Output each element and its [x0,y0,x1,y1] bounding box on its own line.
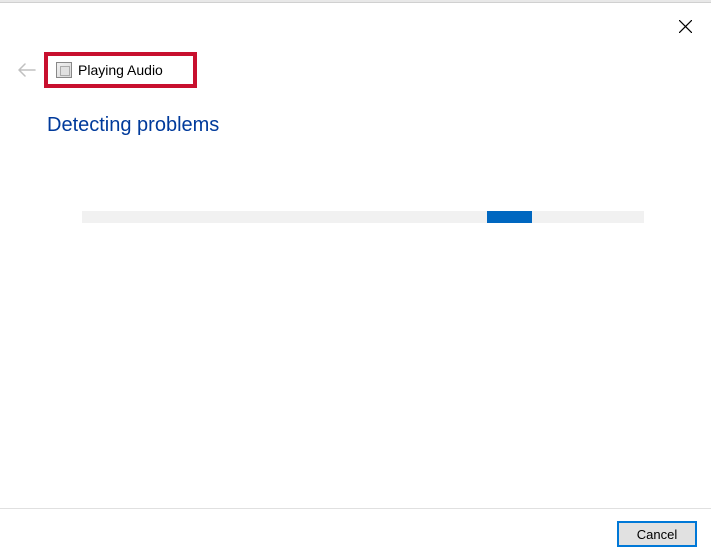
footer-divider [0,508,711,509]
annotation-highlight-box: Playing Audio [44,52,197,88]
progress-bar-fill [487,211,532,223]
troubleshooter-title: Playing Audio [78,62,163,78]
troubleshooter-icon [56,62,72,78]
header-row: Playing Audio [18,52,197,88]
status-heading: Detecting problems [47,114,219,137]
cancel-button[interactable]: Cancel [617,521,697,547]
back-button[interactable] [18,61,36,79]
close-button[interactable] [677,18,693,34]
window-top-border [0,0,711,3]
close-icon [679,20,692,33]
cancel-button-label: Cancel [637,527,677,542]
progress-bar [82,211,644,223]
arrow-left-icon [18,63,36,77]
